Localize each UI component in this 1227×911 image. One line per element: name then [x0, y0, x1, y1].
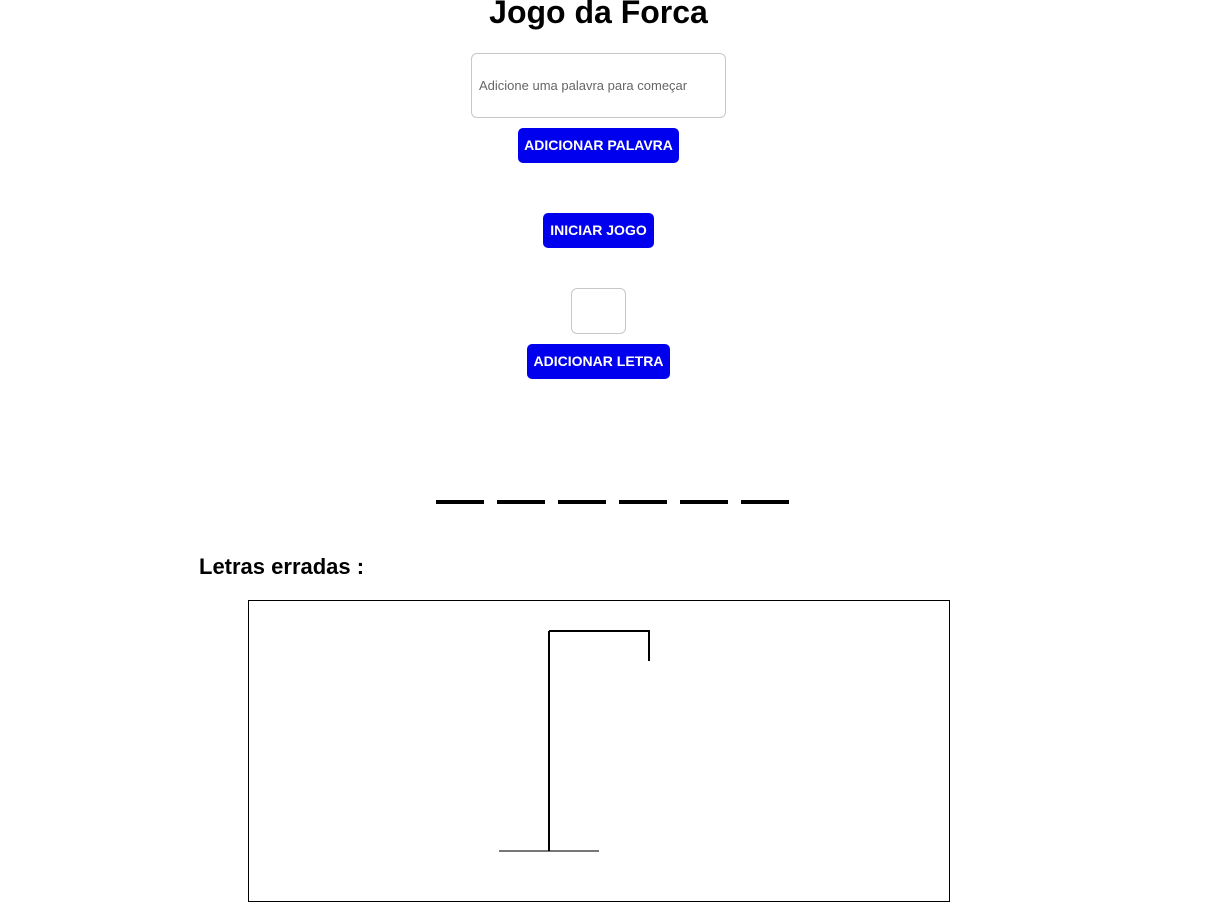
- letter-slot: [741, 500, 789, 504]
- start-game-button[interactable]: INICIAR JOGO: [543, 213, 654, 248]
- wrong-letters-label: Letras erradas :: [199, 553, 364, 581]
- letter-slot: [619, 500, 667, 504]
- letter-slot: [436, 500, 484, 504]
- add-word-button[interactable]: ADICIONAR PALAVRA: [518, 128, 679, 163]
- letter-input[interactable]: [571, 288, 626, 334]
- wrong-letters-title: Letras erradas :: [199, 554, 365, 579]
- letter-slot: [680, 500, 728, 504]
- word-slots: [436, 500, 789, 505]
- gallows-drawing: [499, 630, 650, 852]
- add-letter-button[interactable]: ADICIONAR LETRA: [527, 344, 670, 379]
- word-input[interactable]: [471, 53, 726, 118]
- letter-slot: [558, 500, 606, 504]
- page-title: Jogo da Forca: [489, 0, 708, 30]
- hangman-page: Jogo da Forca ADICIONAR PALAVRA INICIAR …: [0, 0, 1227, 911]
- hangman-canvas: [248, 600, 950, 902]
- letter-slot: [497, 500, 545, 504]
